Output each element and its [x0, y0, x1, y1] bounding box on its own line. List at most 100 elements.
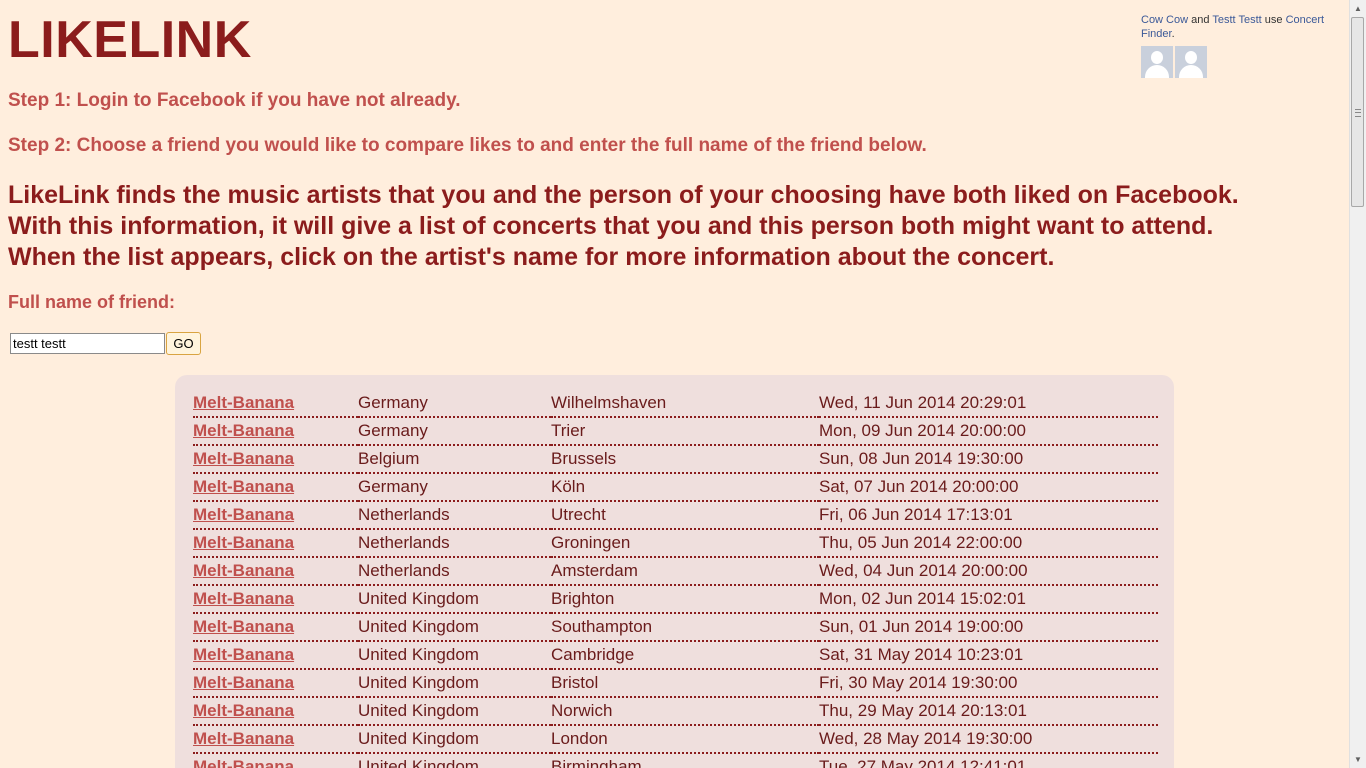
- table-row: Melt-Banana Germany Köln Sat, 07 Jun 2014 2…: [193, 473, 1158, 502]
- page: LIKELINK Step 1: Login to Facebook if yo…: [0, 0, 1349, 768]
- artist-cell: Melt-Banana: [193, 445, 358, 474]
- artist-link[interactable]: Melt-Banana: [193, 673, 294, 692]
- table-row: Melt-Banana United Kingdom Cambridge Sat, 3…: [193, 641, 1158, 670]
- step-1-text: Step 1: Login to Facebook if you have no…: [8, 90, 461, 111]
- facepile-and-text: and: [1191, 14, 1210, 26]
- city-cell: Norwich: [551, 697, 819, 726]
- default-profile-icon[interactable]: [1141, 46, 1173, 78]
- city-cell: Bristol: [551, 669, 819, 698]
- date-cell: Sun, 08 Jun 2014 19:30:00: [819, 445, 1158, 474]
- date-cell: Thu, 29 May 2014 20:13:01: [819, 697, 1158, 726]
- go-button[interactable]: GO: [166, 332, 201, 355]
- table-row: Melt-Banana Netherlands Utrecht Fri, 06 Jun…: [193, 501, 1158, 530]
- artist-cell: Melt-Banana: [193, 473, 358, 502]
- table-row: Melt-Banana United Kingdom London Wed, 28 M…: [193, 725, 1158, 754]
- city-cell: Birmingham: [551, 753, 819, 768]
- country-cell: Belgium: [358, 445, 551, 474]
- artist-cell: Melt-Banana: [193, 669, 358, 698]
- table-row: Melt-Banana Netherlands Groningen Thu, 05 J…: [193, 529, 1158, 558]
- date-cell: Wed, 28 May 2014 19:30:00: [819, 725, 1158, 754]
- artist-link[interactable]: Melt-Banana: [193, 421, 294, 440]
- country-cell: United Kingdom: [358, 641, 551, 670]
- concert-table: Melt-Banana Germany Wilhelmshaven Wed, 11 J…: [193, 390, 1158, 768]
- facepile-user-1-link[interactable]: Cow Cow: [1141, 14, 1188, 26]
- artist-cell: Melt-Banana: [193, 557, 358, 586]
- artist-link[interactable]: Melt-Banana: [193, 645, 294, 664]
- artist-link[interactable]: Melt-Banana: [193, 617, 294, 636]
- city-cell: London: [551, 725, 819, 754]
- date-cell: Fri, 06 Jun 2014 17:13:01: [819, 501, 1158, 530]
- date-cell: Mon, 09 Jun 2014 20:00:00: [819, 417, 1158, 446]
- date-cell: Tue, 27 May 2014 12:41:01: [819, 753, 1158, 768]
- table-row: Melt-Banana Belgium Brussels Sun, 08 Jun 20…: [193, 445, 1158, 474]
- artist-cell: Melt-Banana: [193, 417, 358, 446]
- artist-link[interactable]: Melt-Banana: [193, 477, 294, 496]
- concert-results-panel: Melt-Banana Germany Wilhelmshaven Wed, 11 J…: [175, 375, 1174, 768]
- country-cell: United Kingdom: [358, 753, 551, 768]
- country-cell: United Kingdom: [358, 669, 551, 698]
- table-row: Melt-Banana Germany Trier Mon, 09 Jun 2014 …: [193, 417, 1158, 446]
- facepile-avatars: [1141, 46, 1341, 78]
- description-line-2: With this information, it will give a li…: [8, 212, 1214, 240]
- artist-link[interactable]: Melt-Banana: [193, 393, 294, 412]
- page-title: LIKELINK: [8, 11, 252, 69]
- artist-cell: Melt-Banana: [193, 697, 358, 726]
- artist-cell: Melt-Banana: [193, 725, 358, 754]
- city-cell: Groningen: [551, 529, 819, 558]
- date-cell: Sat, 31 May 2014 10:23:01: [819, 641, 1158, 670]
- arrow-up-icon[interactable]: ▲: [1350, 0, 1366, 17]
- facepile-period: .: [1171, 28, 1175, 40]
- date-cell: Mon, 02 Jun 2014 15:02:01: [819, 585, 1158, 614]
- city-cell: Southampton: [551, 613, 819, 642]
- date-cell: Wed, 04 Jun 2014 20:00:00: [819, 557, 1158, 586]
- vertical-scrollbar[interactable]: ▲ ▼: [1349, 0, 1366, 768]
- table-row: Melt-Banana Germany Wilhelmshaven Wed, 11 J…: [193, 390, 1158, 418]
- facepile-use-text: use: [1264, 14, 1283, 26]
- artist-cell: Melt-Banana: [193, 613, 358, 642]
- country-cell: United Kingdom: [358, 697, 551, 726]
- artist-link[interactable]: Melt-Banana: [193, 449, 294, 468]
- country-cell: Netherlands: [358, 501, 551, 530]
- scrollbar-thumb[interactable]: [1351, 17, 1364, 207]
- table-row: Melt-Banana Netherlands Amsterdam Wed, 04 J…: [193, 557, 1158, 586]
- table-row: Melt-Banana United Kingdom Birmingham Tue, …: [193, 753, 1158, 768]
- date-cell: Sun, 01 Jun 2014 19:00:00: [819, 613, 1158, 642]
- arrow-down-icon[interactable]: ▼: [1350, 751, 1366, 768]
- artist-link[interactable]: Melt-Banana: [193, 589, 294, 608]
- city-cell: Köln: [551, 473, 819, 502]
- artist-cell: Melt-Banana: [193, 585, 358, 614]
- city-cell: Amsterdam: [551, 557, 819, 586]
- artist-cell: Melt-Banana: [193, 390, 358, 418]
- country-cell: Netherlands: [358, 529, 551, 558]
- artist-link[interactable]: Melt-Banana: [193, 561, 294, 580]
- facepile-user-2-link[interactable]: Testt Testt: [1212, 14, 1261, 26]
- friend-name-input[interactable]: [10, 333, 165, 354]
- artist-cell: Melt-Banana: [193, 753, 358, 768]
- artist-cell: Melt-Banana: [193, 641, 358, 670]
- country-cell: United Kingdom: [358, 613, 551, 642]
- city-cell: Brussels: [551, 445, 819, 474]
- date-cell: Fri, 30 May 2014 19:30:00: [819, 669, 1158, 698]
- country-cell: United Kingdom: [358, 725, 551, 754]
- city-cell: Utrecht: [551, 501, 819, 530]
- country-cell: Germany: [358, 473, 551, 502]
- city-cell: Trier: [551, 417, 819, 446]
- grip-icon: [1355, 109, 1361, 117]
- step-2-text: Step 2: Choose a friend you would like t…: [8, 135, 927, 156]
- artist-link[interactable]: Melt-Banana: [193, 757, 294, 768]
- default-profile-icon[interactable]: [1175, 46, 1207, 78]
- city-cell: Cambridge: [551, 641, 819, 670]
- date-cell: Thu, 05 Jun 2014 22:00:00: [819, 529, 1158, 558]
- city-cell: Brighton: [551, 585, 819, 614]
- country-cell: Netherlands: [358, 557, 551, 586]
- artist-link[interactable]: Melt-Banana: [193, 729, 294, 748]
- artist-cell: Melt-Banana: [193, 529, 358, 558]
- artist-link[interactable]: Melt-Banana: [193, 533, 294, 552]
- facebook-facepile: Cow Cow and Testt Testt use Concert Find…: [1141, 13, 1341, 78]
- date-cell: Wed, 11 Jun 2014 20:29:01: [819, 390, 1158, 418]
- artist-link[interactable]: Melt-Banana: [193, 505, 294, 524]
- description-line-3: When the list appears, click on the arti…: [8, 243, 1055, 271]
- artist-link[interactable]: Melt-Banana: [193, 701, 294, 720]
- facepile-text: Cow Cow and Testt Testt use Concert Find…: [1141, 13, 1341, 41]
- country-cell: Germany: [358, 417, 551, 446]
